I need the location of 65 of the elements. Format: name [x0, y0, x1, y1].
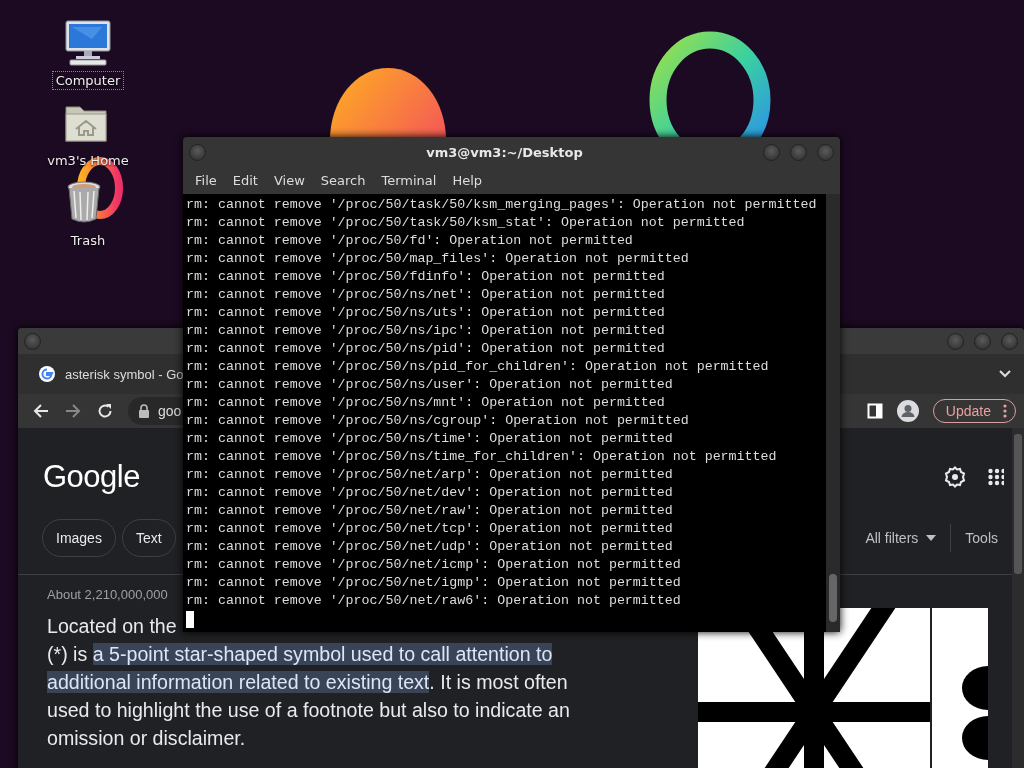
avatar-icon[interactable]: [896, 400, 919, 422]
terminal-output-line: rm: cannot remove '/proc/50/ns/mnt': Operation not permitted: [186, 394, 666, 412]
terminal-output-line: rm: cannot remove '/proc/50/net/raw6': Operation not permitted: [186, 592, 682, 610]
terminal-output-line: rm: cannot remove '/proc/50/ns/pid': Operation not permitted: [186, 340, 666, 358]
terminal-output-line: rm: cannot remove '/proc/50/net/udp': Operation not permitted: [186, 538, 674, 556]
window-control-button[interactable]: [1001, 332, 1018, 350]
terminal-output-line: rm: cannot remove '/proc/50/net/tcp': Operation not permitted: [186, 520, 674, 538]
browser-tab[interactable]: asterisk symbol - Go: [38, 365, 184, 383]
terminal-output-line: rm: cannot remove '/proc/50/ns/cgroup': Operation not permitted: [186, 412, 690, 430]
window-title: vm3@vm3:~/Desktop: [425, 144, 584, 160]
favicon-icon: [38, 365, 56, 383]
snippet-text: (*) is a 5-point star-shaped symbol used to call attention to additional information related to existing text. It is most often used to highlight the use of a footnote but also to indicate an omission or disclaimer.: [47, 642, 571, 751]
terminal-output-line: rm: cannot remove '/proc/50/fd': Operation not permitted: [186, 232, 634, 250]
snippet-text: Located on the: [47, 614, 177, 639]
terminal-output-line: rm: cannot remove '/proc/50/ns/net': Operation not permitted: [186, 286, 666, 304]
terminal-output-line: rm: cannot remove '/proc/50/task/50/ksm_merging_pages': Operation not permitted: [186, 196, 818, 214]
terminal-output-line: rm: cannot remove '/proc/50/ns/pid_for_children': Operation not permitted: [186, 358, 770, 376]
computer-icon[interactable]: [62, 19, 114, 67]
terminal-output-line: rm: cannot remove '/proc/50/net/raw': Operation not permitted: [186, 502, 674, 520]
tools-link[interactable]: Tools: [951, 530, 998, 547]
terminal-output-line: rm: cannot remove '/proc/50/ns/time': Operation not permitted: [186, 430, 674, 448]
terminal-output-line: rm: cannot remove '/proc/50/map_files': Operation not permitted: [186, 250, 690, 268]
scrollbar[interactable]: [1012, 428, 1024, 768]
desktop-icon-label[interactable]: Computer: [51, 71, 125, 90]
lock-icon: [138, 404, 150, 418]
apps-grid-icon[interactable]: [988, 468, 1004, 487]
terminal-output-line: rm: cannot remove '/proc/50/net/icmp': Operation not permitted: [186, 556, 682, 574]
result-stats: About 2,210,000,000: [47, 587, 168, 602]
forward-arrow-icon[interactable]: [64, 402, 82, 420]
terminal-output-line: rm: cannot remove '/proc/50/net/arp': Operation not permitted: [186, 466, 674, 484]
more-options-icon: [1003, 404, 1007, 418]
scrollbar[interactable]: [826, 194, 840, 632]
address-field[interactable]: goo: [128, 397, 186, 425]
terminal-output-line: rm: cannot remove '/proc/50/net/dev': Operation not permitted: [186, 484, 674, 502]
menu-item[interactable]: Search: [312, 170, 374, 191]
window-control-button[interactable]: [763, 143, 780, 161]
window-menu-button[interactable]: [24, 332, 41, 350]
all-filters-dropdown[interactable]: All filters: [865, 524, 952, 553]
menu-item[interactable]: Terminal: [373, 170, 445, 191]
reload-icon[interactable]: [96, 402, 114, 420]
settings-icon[interactable]: [944, 466, 966, 489]
text-cursor: [186, 611, 194, 628]
terminal-output-line: rm: cannot remove '/proc/50/ns/time_for_children': Operation not permitted: [186, 448, 778, 466]
terminal-output-line: rm: cannot remove '/proc/50/ns/ipc': Operation not permitted: [186, 322, 666, 340]
menu-item[interactable]: Help: [444, 170, 491, 191]
window-control-button[interactable]: [974, 332, 991, 350]
google-logo[interactable]: Google: [43, 459, 140, 496]
terminal-output-line: rm: cannot remove '/proc/50/task/50/ksm_stat': Operation not permitted: [186, 214, 746, 232]
menu-item[interactable]: File: [187, 170, 225, 191]
terminal-output-line: rm: cannot remove '/proc/50/ns/uts': Operation not permitted: [186, 304, 666, 322]
scrollbar-thumb[interactable]: [1014, 434, 1022, 574]
terminal-output-line: rm: cannot remove '/proc/50/net/igmp': Operation not permitted: [186, 574, 682, 592]
window-control-button[interactable]: [947, 332, 964, 350]
desktop-icon-label[interactable]: Trash: [66, 231, 110, 250]
window-control-button[interactable]: [817, 143, 834, 161]
window-menu-button[interactable]: [189, 143, 206, 161]
menu-item[interactable]: View: [265, 170, 313, 191]
terminal-output-line: rm: cannot remove '/proc/50/ns/user': Operation not permitted: [186, 376, 674, 394]
back-arrow-icon[interactable]: [32, 402, 50, 420]
window-control-button[interactable]: [790, 143, 807, 161]
scrollbar-thumb[interactable]: [829, 574, 837, 622]
dropdown-caret-icon: [926, 535, 937, 542]
terminal-output-line: rm: cannot remove '/proc/50/fdinfo': Operation not permitted: [186, 268, 666, 286]
side-panel-icon[interactable]: [866, 403, 883, 419]
menu-item[interactable]: Edit: [224, 170, 266, 191]
